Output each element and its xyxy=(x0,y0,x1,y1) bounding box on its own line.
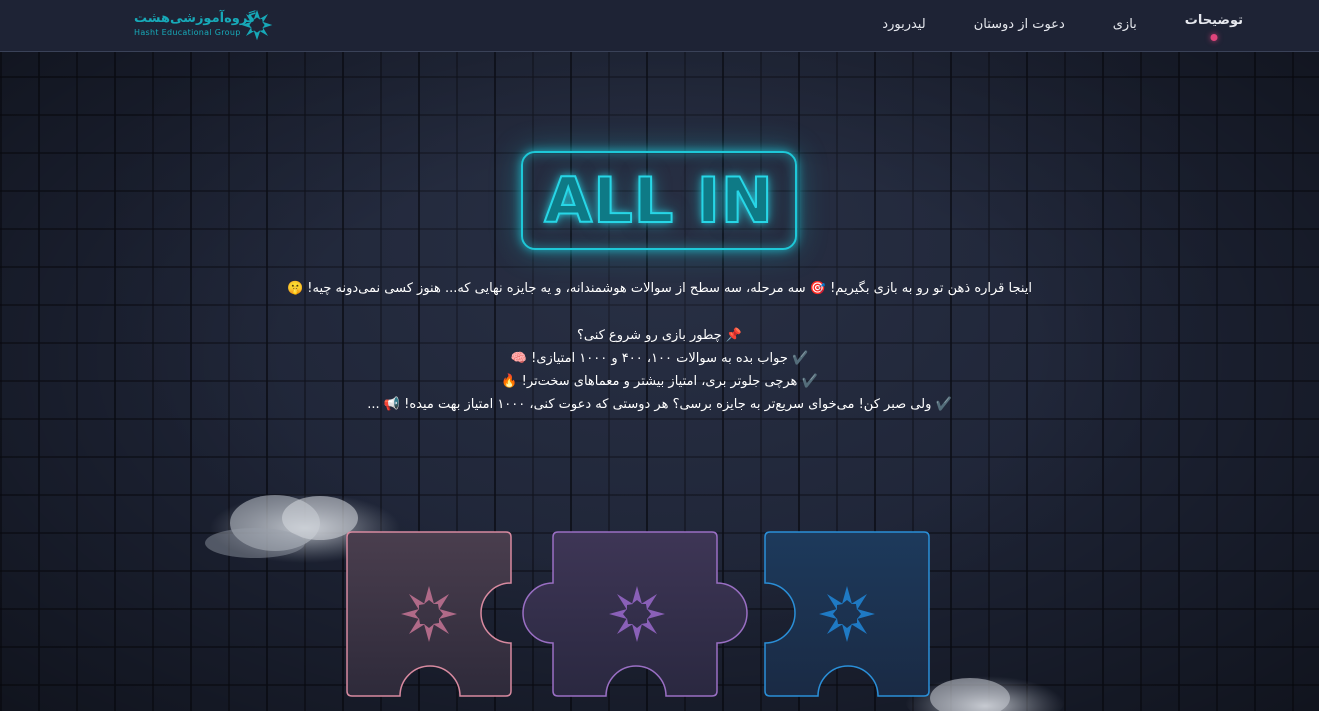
how-to-title: 📌 چطور بازی رو شروع کنی؟ xyxy=(576,328,743,343)
main-nav: توضیحات بازی دعوت از دوستان لیدربورد xyxy=(834,0,1243,52)
top-navbar: گروه‌آموزشی‌هشت Hasht Educational Group … xyxy=(0,0,1319,52)
logo[interactable]: گروه‌آموزشی‌هشت Hasht Educational Group xyxy=(134,8,274,44)
neon-sign-text: ALL IN xyxy=(543,163,774,238)
nav-item-game[interactable]: بازی xyxy=(1113,0,1137,32)
nav-item-leaderboard[interactable]: لیدربورد xyxy=(882,0,925,32)
nav-item-label: دعوت از دوستان xyxy=(973,17,1065,32)
intro-text: اینجا قراره ذهن تو رو به بازی بگیریم! 🎯 … xyxy=(286,281,1033,296)
how-to-section: 📌 چطور بازی رو شروع کنی؟ ✔️ جواب بده به … xyxy=(0,324,1319,416)
neon-sign: ALL IN xyxy=(521,151,797,250)
how-to-line: ✔️ ولی صبر کن! می‌خوای سریع‌تر به جایزه … xyxy=(367,397,952,412)
how-to-line: ✔️ جواب بده به سوالات ۱۰۰، ۴۰۰ و ۱۰۰۰ ام… xyxy=(510,351,809,366)
nav-item-label: توضیحات xyxy=(1184,13,1243,28)
active-indicator-dot xyxy=(1210,34,1218,41)
nav-item-label: لیدربورد xyxy=(882,17,926,32)
puzzle-piece-stage-3[interactable] xyxy=(764,531,930,697)
puzzle-piece-stage-1[interactable] xyxy=(346,531,512,697)
hasht-logo-icon xyxy=(241,9,273,41)
logo-text: گروه‌آموزشی‌هشت Hasht Educational Group xyxy=(134,10,256,38)
logo-subtitle: Hasht Educational Group xyxy=(134,28,241,37)
nav-item-invite-friends[interactable]: دعوت از دوستان xyxy=(974,0,1065,32)
how-to-line: ✔️ هرچی جلوتر بری، امتیاز بیشتر و معماها… xyxy=(501,374,818,389)
nav-item-description[interactable]: توضیحات xyxy=(1184,0,1243,41)
nav-item-label: بازی xyxy=(1112,17,1137,32)
puzzle-piece-stage-2[interactable] xyxy=(522,531,748,697)
logo-title: گروه‌آموزشی‌هشت xyxy=(134,11,256,26)
